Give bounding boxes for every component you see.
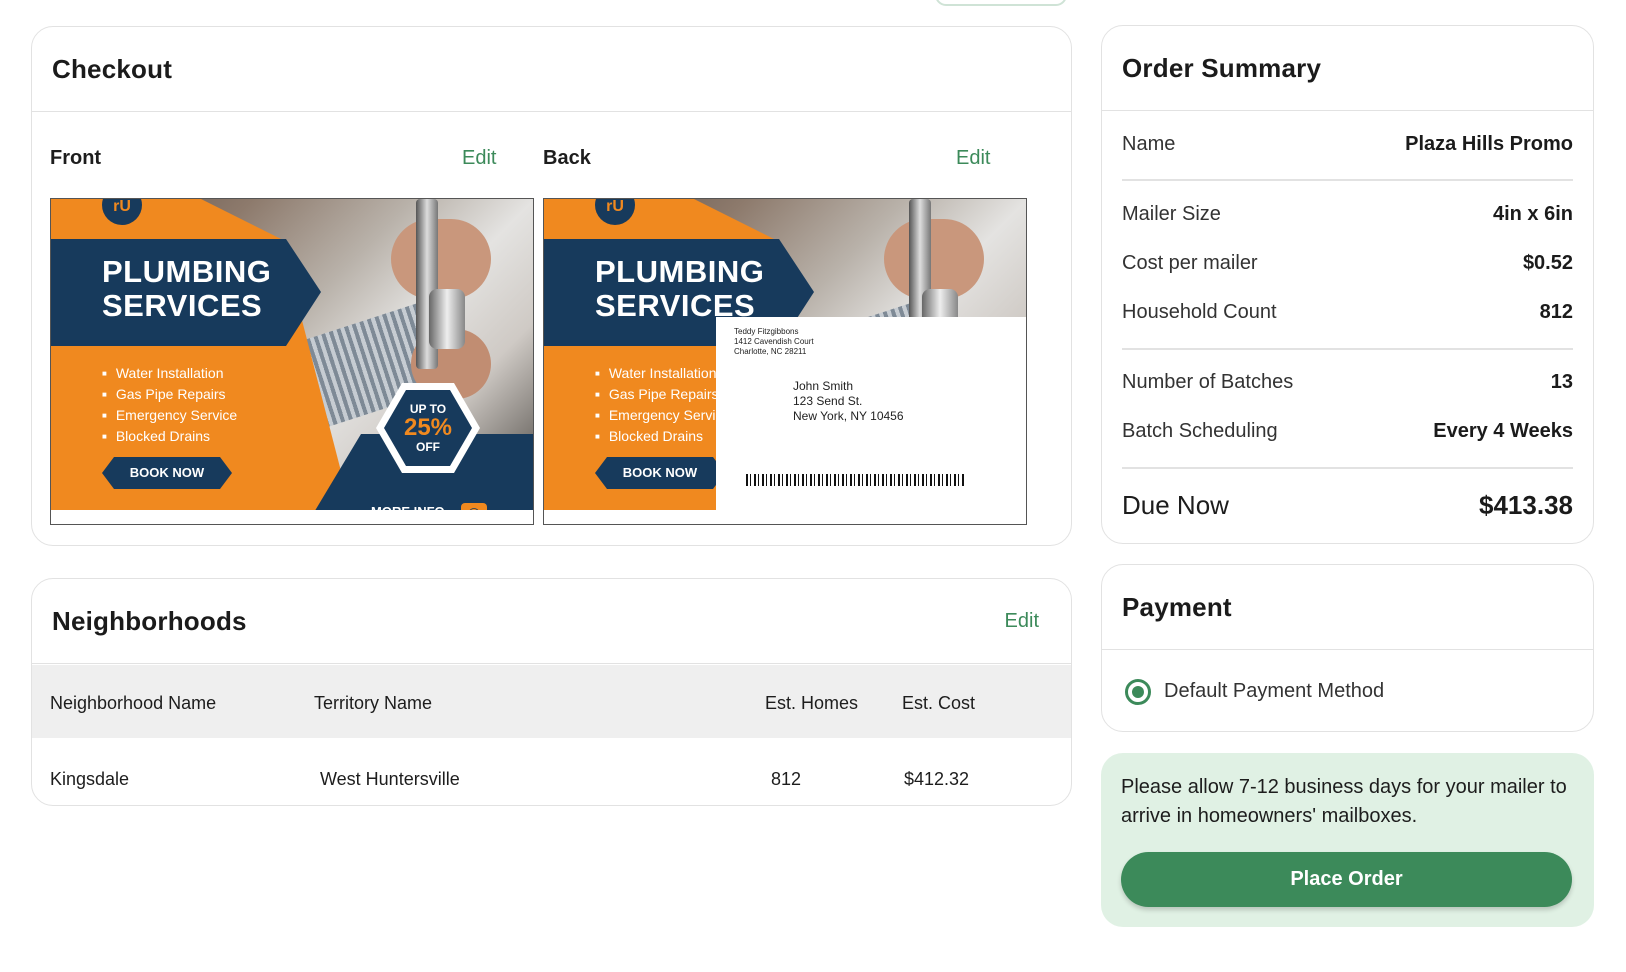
table-cell-cost: $412.32 bbox=[904, 769, 970, 789]
column-header: Neighborhood Name bbox=[50, 693, 217, 713]
column-header: Est. Cost bbox=[902, 693, 976, 713]
column-header: Territory Name bbox=[314, 693, 433, 713]
delivery-notice-panel: Please allow 7-12 business days for your… bbox=[1101, 753, 1594, 927]
summary-row-household-count: Household Count 812 bbox=[1122, 301, 1573, 323]
recipient-address: John Smith 123 Send St. New York, NY 104… bbox=[793, 379, 904, 423]
column-header: Est. Homes bbox=[765, 693, 859, 713]
checkout-card: Checkout Front Edit Back Edit rU PLUMBIN… bbox=[31, 26, 1072, 546]
delivery-notice-text: Please allow 7-12 business days for your… bbox=[1121, 776, 1567, 827]
postal-barcode bbox=[746, 474, 966, 486]
mailer-service-list: Water Installation Gas Pipe Repairs Emer… bbox=[102, 363, 237, 447]
top-pill-button[interactable] bbox=[935, 0, 1067, 6]
place-order-button[interactable]: Place Order bbox=[1121, 852, 1572, 907]
table-cell-neighborhood: Kingsdale bbox=[50, 769, 130, 789]
checkout-header: Checkout bbox=[32, 27, 1071, 112]
payment-card: Payment Default Payment Method bbox=[1101, 564, 1594, 732]
front-edit-link[interactable]: Edit bbox=[462, 147, 496, 170]
order-summary-title: Order Summary bbox=[1122, 52, 1322, 83]
mailer-book-now: BOOK NOW bbox=[595, 457, 725, 489]
table-cell-territory: West Huntersville bbox=[320, 769, 460, 789]
payment-title: Payment bbox=[1122, 591, 1232, 622]
front-mailer-preview[interactable]: rU PLUMBING SERVICES Water Installation … bbox=[50, 198, 534, 525]
mailer-headline: PLUMBING SERVICES bbox=[595, 254, 765, 323]
order-summary-header: Order Summary bbox=[1102, 26, 1593, 111]
address-panel: Teddy Fitzgibbons 1412 Cavendish Court C… bbox=[716, 317, 1026, 524]
neighborhoods-title: Neighborhoods bbox=[52, 605, 247, 636]
summary-row-name: Name Plaza Hills Promo bbox=[1122, 133, 1573, 155]
front-label: Front bbox=[50, 147, 102, 169]
back-label: Back bbox=[543, 147, 591, 169]
neighborhoods-edit-link[interactable]: Edit bbox=[1005, 610, 1039, 633]
summary-row-batch-scheduling: Batch Scheduling Every 4 Weeks bbox=[1122, 420, 1573, 442]
mailer-service-list: Water Installation Gas Pipe Repairs Emer… bbox=[595, 363, 730, 447]
checkout-title: Checkout bbox=[52, 53, 173, 84]
summary-row-due-now: Due Now $413.38 bbox=[1122, 490, 1573, 520]
summary-row-cost-per-mailer: Cost per mailer $0.52 bbox=[1122, 252, 1573, 274]
neighborhoods-card: Neighborhoods Edit Neighborhood Name Ter… bbox=[31, 578, 1072, 806]
mailer-headline: PLUMBING SERVICES bbox=[102, 254, 272, 323]
back-edit-link[interactable]: Edit bbox=[956, 147, 990, 170]
payment-method-label[interactable]: Default Payment Method bbox=[1164, 680, 1384, 703]
mailer-book-now: BOOK NOW bbox=[102, 457, 232, 489]
return-address: Teddy Fitzgibbons 1412 Cavendish Court C… bbox=[734, 327, 814, 356]
table-cell-homes: 812 bbox=[771, 769, 802, 789]
back-mailer-preview[interactable]: rU PLUMBING SERVICES Water Installation … bbox=[543, 198, 1027, 525]
table-header: Neighborhood Name Territory Name Est. Ho… bbox=[32, 665, 1071, 738]
summary-row-mailer-size: Mailer Size 4in x 6in bbox=[1122, 203, 1573, 225]
order-summary-card: Order Summary Name Plaza Hills Promo Mail… bbox=[1101, 25, 1594, 544]
payment-header: Payment bbox=[1102, 565, 1593, 650]
summary-row-batches: Number of Batches 13 bbox=[1122, 371, 1573, 393]
neighborhoods-header: Neighborhoods Edit bbox=[32, 579, 1071, 664]
payment-method-radio[interactable] bbox=[1125, 679, 1151, 705]
